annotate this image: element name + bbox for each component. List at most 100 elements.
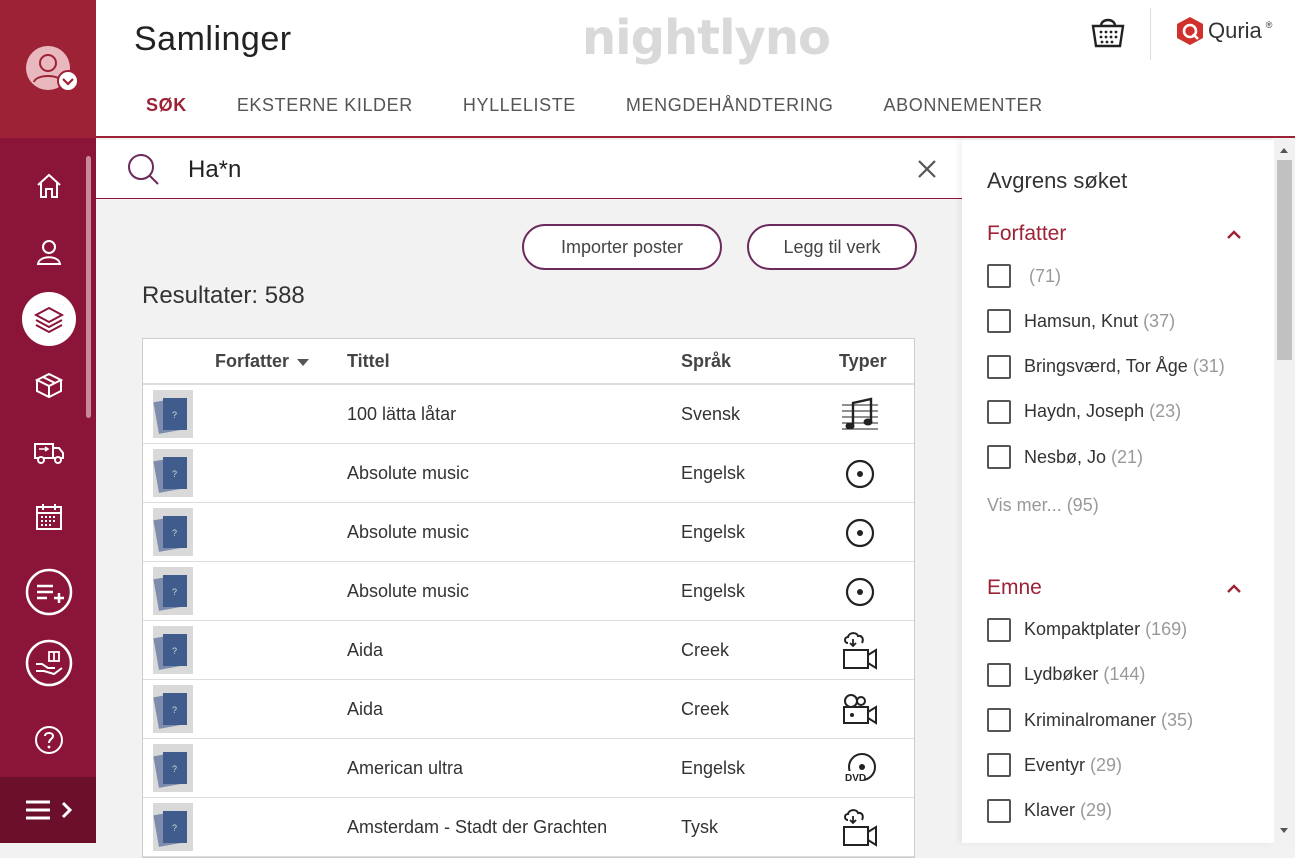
dvd-icon: DVD: [838, 747, 882, 791]
facet-option[interactable]: Klaver (29): [987, 798, 1112, 823]
facet-option[interactable]: Haydn, Joseph (23): [987, 399, 1181, 424]
checkbox[interactable]: [987, 617, 1011, 642]
facet-heading[interactable]: Emne: [987, 576, 1042, 600]
table-row[interactable]: ? 100 lätta låtar Svensk: [143, 385, 914, 444]
search-bar: [96, 140, 962, 199]
facet-option[interactable]: Eventyr (29): [987, 753, 1122, 778]
transfer-truck-icon[interactable]: [22, 424, 76, 478]
facet-heading[interactable]: Forfatter: [987, 222, 1066, 246]
table-row[interactable]: ? Absolute music Engelsk: [143, 562, 914, 621]
column-types-header[interactable]: Typer: [839, 351, 887, 372]
table-row[interactable]: ? Amsterdam - Stadt der Grachten Tysk: [143, 798, 914, 857]
home-icon[interactable]: [22, 159, 76, 213]
show-more-link[interactable]: Vis mer... (95): [987, 495, 1099, 516]
cover-thumbnail: ?: [153, 744, 193, 792]
tab-subscriptions[interactable]: ABONNEMENTER: [884, 95, 1043, 116]
table-row[interactable]: ? Aida Creek: [143, 621, 914, 680]
facet-option[interactable]: Nesbø, Jo (21): [987, 445, 1143, 470]
environment-watermark: nightlyno: [582, 10, 831, 66]
tab-bar: SØK EKSTERNE KILDER HYLLELISTE MENGDEHÅN…: [146, 95, 1093, 116]
filter-title: Avgrens søket: [987, 168, 1128, 193]
chevron-up-icon[interactable]: [1226, 228, 1242, 246]
row-title: Absolute music: [347, 522, 470, 542]
search-icon[interactable]: [126, 152, 160, 186]
header-divider: [1150, 8, 1151, 60]
cover-thumbnail: ?: [153, 567, 193, 615]
quria-logo-icon: [1177, 17, 1203, 45]
checkbox[interactable]: [987, 309, 1011, 334]
streaming-video-icon: [838, 629, 882, 673]
filter-panel: Avgrens søket Forfatter (71) Hamsun, Knut(…: [962, 140, 1274, 843]
help-icon[interactable]: [22, 713, 76, 767]
facet-option-label: Kompaktplater: [1024, 619, 1141, 639]
facet-option[interactable]: Hamsun, Knut (37): [987, 309, 1175, 334]
checkbox[interactable]: [987, 264, 1011, 288]
tab-external-sources[interactable]: EKSTERNE KILDER: [237, 95, 413, 116]
table-row[interactable]: ? American ultra Engelsk DVD: [143, 739, 914, 798]
scroll-down-icon[interactable]: [1280, 828, 1288, 833]
row-language: Engelsk: [681, 581, 746, 601]
table-header: Forfatter Tittel Språk Typer: [143, 339, 914, 385]
page-title: Samlinger: [134, 20, 292, 58]
column-author-label: Forfatter: [215, 351, 290, 371]
facet-option-label: Kriminalromaner: [1024, 709, 1157, 730]
filter-scrollbar[interactable]: [1274, 140, 1295, 843]
facet-option-label: Hamsun, Knut: [1024, 310, 1139, 331]
column-title-header[interactable]: Tittel: [347, 351, 390, 372]
user-section: [0, 0, 96, 138]
checkbox[interactable]: [987, 662, 1011, 687]
search-input[interactable]: [188, 152, 888, 188]
close-icon[interactable]: [916, 158, 938, 180]
row-title: Amsterdam - Stadt der Grachten: [347, 817, 608, 837]
facet-option-label: Nesbø, Jo: [1024, 446, 1107, 467]
checkbox[interactable]: [987, 399, 1011, 424]
table-body: ? 100 lätta låtar Svensk? Absolute music Eng…: [143, 385, 914, 857]
scroll-thumb[interactable]: [1277, 160, 1292, 360]
svg-text:?: ?: [172, 469, 177, 479]
facet-option[interactable]: Lydbøker (144): [987, 662, 1145, 687]
row-title: Absolute music: [347, 581, 470, 601]
column-language-header[interactable]: Språk: [681, 351, 731, 372]
column-author-header[interactable]: Forfatter: [215, 351, 310, 372]
facet-option[interactable]: Kriminalromaner (35): [987, 708, 1194, 733]
box-icon[interactable]: [22, 358, 76, 412]
tab-bulk-handling[interactable]: MENGDEHÅNDTERING: [626, 95, 834, 116]
chevron-down-icon[interactable]: [57, 70, 79, 92]
facet-option-count: (35): [1161, 709, 1194, 730]
streaming-video-icon: [838, 806, 882, 850]
checkbox[interactable]: [987, 753, 1011, 778]
tab-shelf-list[interactable]: HYLLELISTE: [463, 95, 576, 116]
facet-option-label: Eventyr: [1024, 754, 1086, 775]
facet-option[interactable]: Bringsværd, Tor Åge (31): [987, 354, 1225, 379]
add-list-icon[interactable]: [22, 565, 76, 619]
row-language: Tysk: [681, 817, 719, 837]
row-title: Absolute music: [347, 463, 470, 483]
row-language: Engelsk: [681, 463, 746, 483]
table-row[interactable]: ? Aida Creek: [143, 680, 914, 739]
facet-option[interactable]: Kompaktplater (169): [987, 617, 1187, 642]
checkbox[interactable]: [987, 445, 1011, 470]
user-icon[interactable]: [22, 225, 76, 279]
sidebar-scrollbar[interactable]: [86, 156, 91, 418]
menu-toggle[interactable]: [0, 777, 96, 843]
hand-gift-icon[interactable]: [22, 636, 76, 690]
table-row[interactable]: ? Absolute music Engelsk: [143, 444, 914, 503]
basket-icon[interactable]: [1090, 14, 1126, 50]
scroll-up-icon[interactable]: [1280, 148, 1288, 153]
results-count: Resultater: 588: [142, 282, 305, 309]
cover-thumbnail: ?: [153, 390, 193, 438]
table-row[interactable]: ? Absolute music Engelsk: [143, 503, 914, 562]
checkbox[interactable]: [987, 708, 1011, 733]
tab-search[interactable]: SØK: [146, 95, 187, 116]
results-table: Forfatter Tittel Språk Typer ? 100 lätta …: [142, 338, 915, 858]
calendar-icon[interactable]: [22, 490, 76, 544]
checkbox[interactable]: [987, 798, 1011, 823]
import-records-button[interactable]: Importer poster: [522, 224, 722, 270]
add-work-button[interactable]: Legg til verk: [747, 224, 917, 270]
chevron-up-icon[interactable]: [1226, 582, 1242, 600]
svg-text:DVD: DVD: [845, 773, 866, 784]
svg-text:?: ?: [172, 764, 177, 774]
checkbox[interactable]: [987, 354, 1011, 379]
facet-option[interactable]: (71): [987, 264, 1061, 288]
layers-icon[interactable]: [22, 292, 76, 346]
